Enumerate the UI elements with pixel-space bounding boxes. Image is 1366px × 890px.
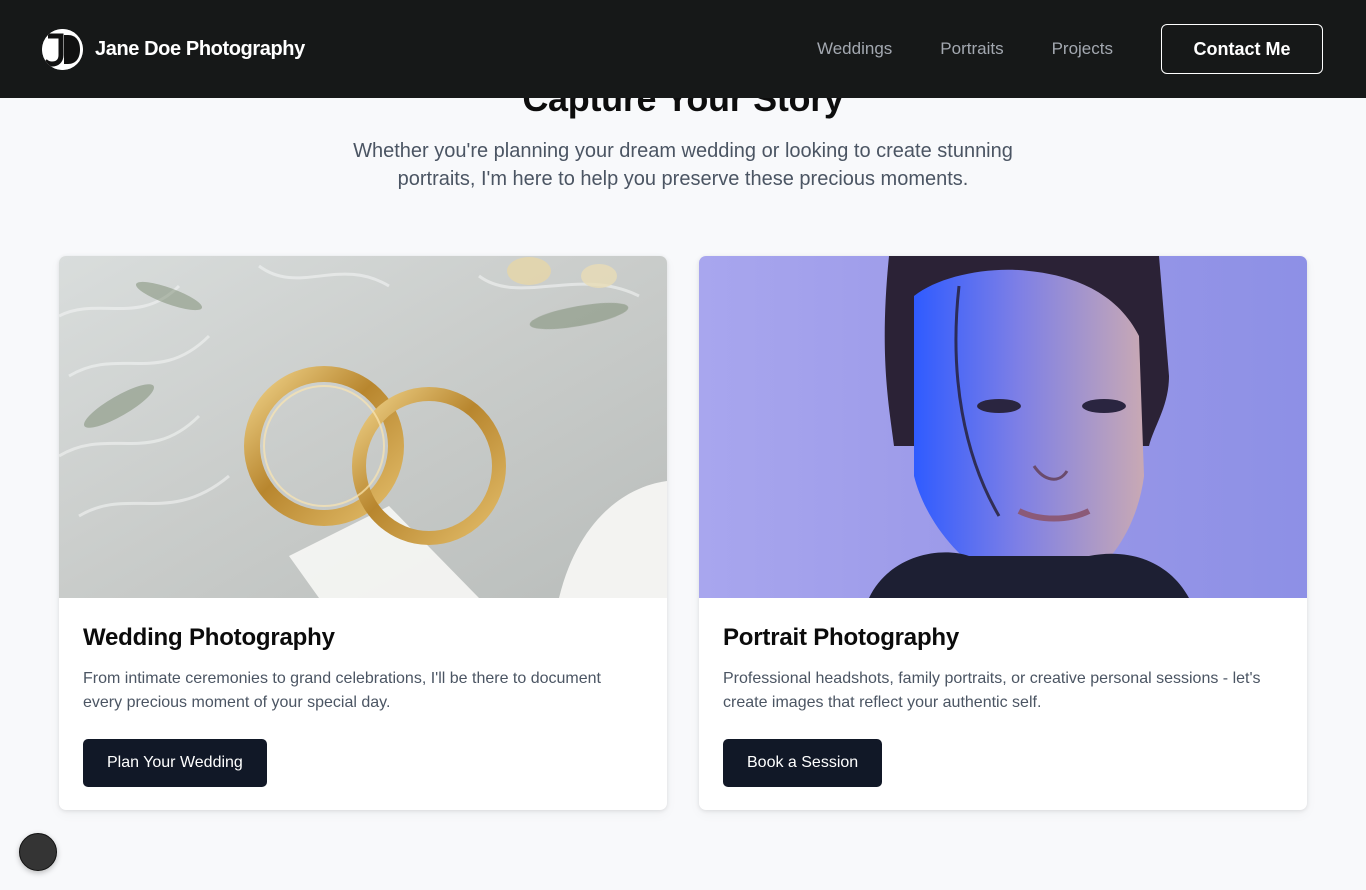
hero-subtitle: Whether you're planning your dream weddi… [353,140,1013,190]
wedding-card-title: Wedding Photography [83,624,335,651]
portrait-card-body: Portrait Photography Professional headsh… [699,598,1307,787]
nav-weddings[interactable]: Weddings [817,39,892,59]
brand[interactable]: Jane Doe Photography [42,28,305,70]
wedding-card: Wedding Photography From intimate ceremo… [59,256,667,810]
contact-me-button[interactable]: Contact Me [1161,24,1323,74]
book-a-session-button[interactable]: Book a Session [723,739,883,787]
brand-name: Jane Doe Photography [95,37,305,60]
portrait-card: Portrait Photography Professional headsh… [699,256,1307,810]
wedding-rings-image [59,256,667,598]
floating-chat-bubble-icon[interactable] [19,833,57,871]
page: Jane Doe Photography Weddings Portraits … [0,0,1366,890]
wedding-card-body: Wedding Photography From intimate ceremo… [59,598,667,787]
nav-portraits[interactable]: Portraits [940,39,1003,59]
wedding-card-text: From intimate ceremonies to grand celebr… [83,670,601,711]
nav-projects[interactable]: Projects [1052,39,1113,59]
portrait-card-title: Portrait Photography [723,624,960,651]
portrait-card-text: Professional headshots, family portraits… [723,670,1261,711]
jd-logo-icon [42,28,83,70]
plan-your-wedding-button[interactable]: Plan Your Wedding [83,739,267,787]
top-navbar: Jane Doe Photography Weddings Portraits … [0,0,1366,98]
portrait-woman-image [699,256,1307,598]
main-nav: Weddings Portraits Projects Contact Me [817,24,1323,74]
